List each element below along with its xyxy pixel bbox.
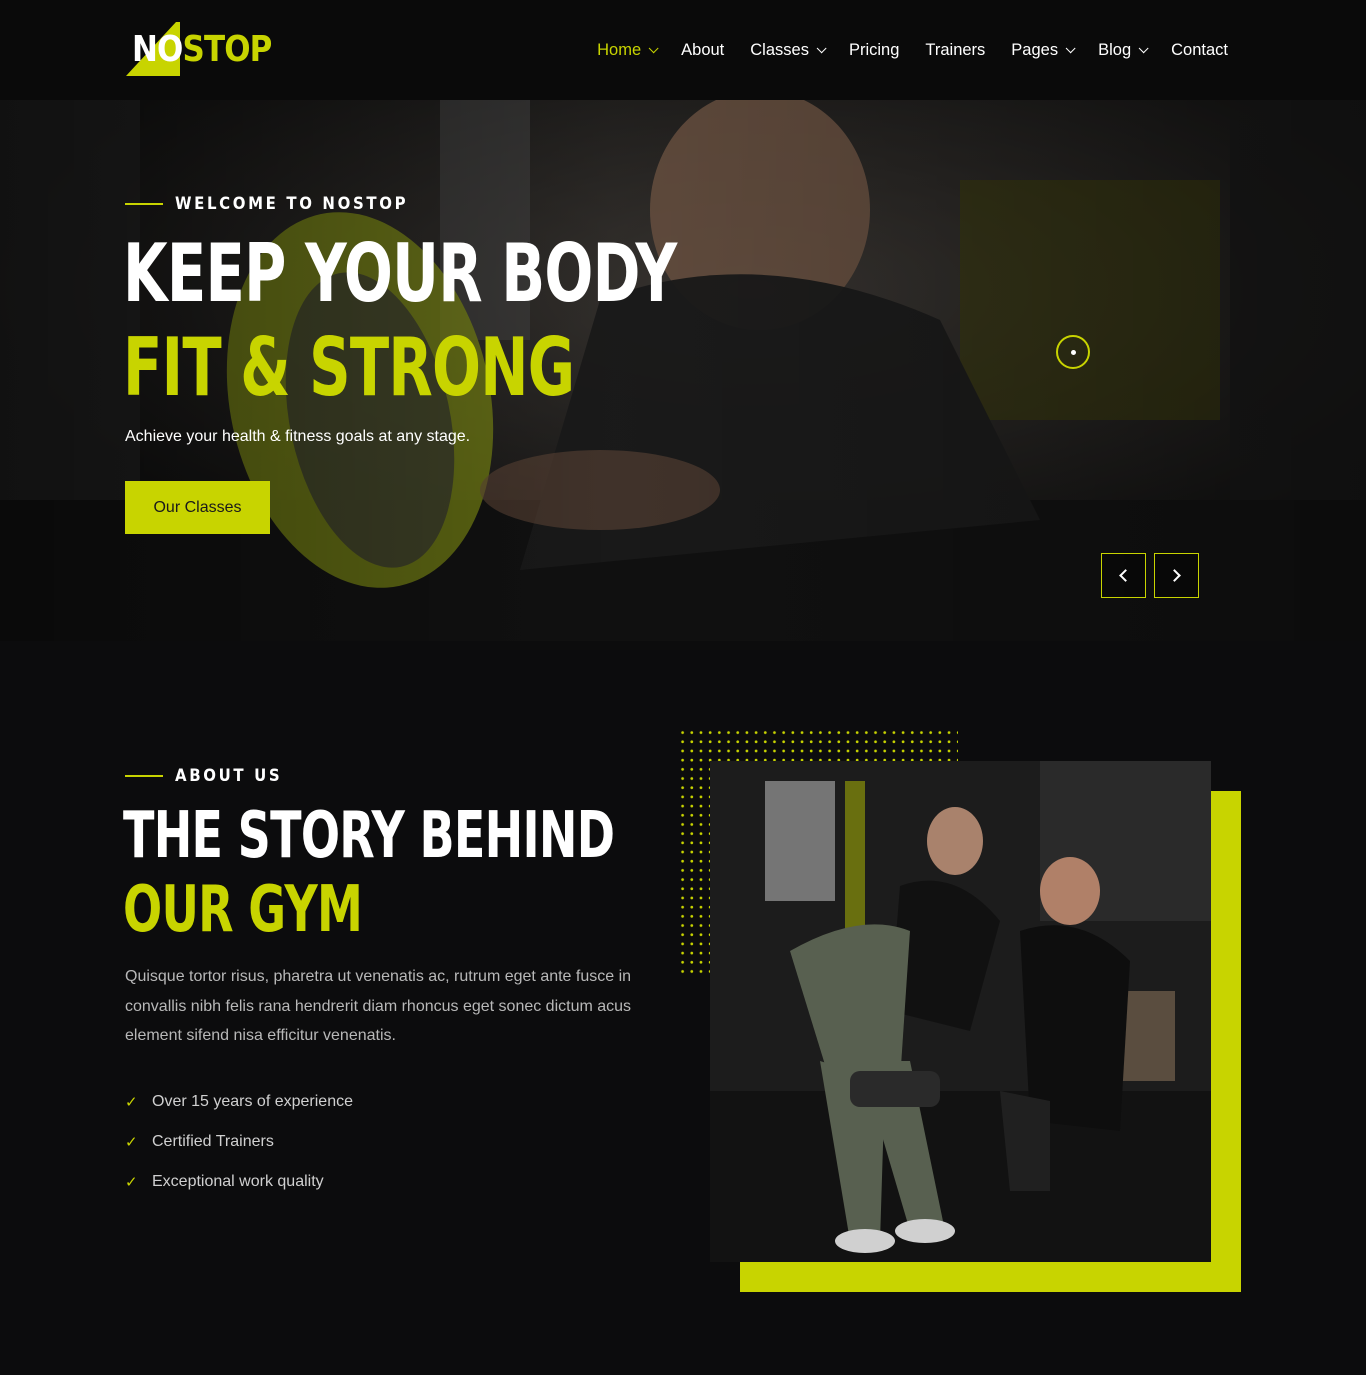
nav-item-pricing[interactable]: Pricing — [849, 38, 899, 62]
chevron-down-icon — [1065, 42, 1076, 53]
feature-text: Exceptional work quality — [152, 1173, 324, 1190]
eyebrow-line — [125, 203, 163, 205]
hero-title-line-1: KEEP YOUR BODY — [123, 227, 677, 320]
site-logo[interactable]: NOSTOP — [126, 22, 272, 78]
nav-item-trainers[interactable]: Trainers — [925, 38, 985, 62]
list-item: ✓ Exceptional work quality — [125, 1162, 353, 1202]
hero-title-line-2: FIT & STRONG — [123, 321, 575, 414]
slider-prev-button[interactable] — [1101, 553, 1146, 598]
site-header: NOSTOP Home About Classes Pricing Traine… — [0, 0, 1366, 100]
nav-label: Pages — [1011, 40, 1059, 59]
hero-subtitle: Achieve your health & fitness goals at a… — [125, 428, 471, 445]
nav-item-home[interactable]: Home — [597, 38, 659, 62]
about-title-line-1: THE STORY BEHIND — [123, 799, 615, 873]
slider-next-button[interactable] — [1154, 553, 1199, 598]
about-image — [710, 761, 1211, 1262]
hero-eyebrow-text: WELCOME TO NOSTOP — [175, 194, 409, 214]
nav-label: Contact — [1171, 40, 1228, 59]
logo-no: NO — [132, 29, 183, 70]
chevron-down-icon — [816, 42, 827, 53]
check-icon: ✓ — [125, 1174, 138, 1191]
chevron-down-icon — [648, 42, 659, 53]
nav-label: Pricing — [848, 40, 900, 59]
nav-item-pages[interactable]: Pages — [1011, 38, 1076, 62]
logo-stop: STOP — [182, 29, 273, 70]
eyebrow-line — [125, 775, 163, 777]
nav-item-about[interactable]: About — [681, 38, 724, 62]
hero-eyebrow: WELCOME TO NOSTOP — [125, 194, 440, 214]
nav-item-classes[interactable]: Classes — [750, 38, 827, 62]
logo-text: NOSTOP — [132, 28, 272, 72]
about-eyebrow: ABOUT US — [125, 766, 297, 786]
feature-text: Certified Trainers — [152, 1133, 274, 1150]
feature-text: Over 15 years of experience — [152, 1093, 353, 1110]
nav-label: Home — [597, 40, 642, 59]
main-nav: Home About Classes Pricing Trainers Page… — [597, 38, 1228, 62]
our-classes-button[interactable]: Our Classes — [125, 481, 270, 534]
nav-label: Blog — [1098, 40, 1132, 59]
chevron-down-icon — [1138, 42, 1149, 53]
feature-list: ✓ Over 15 years of experience ✓ Certified … — [125, 1082, 353, 1202]
chevron-left-icon — [1119, 569, 1132, 582]
nav-label: About — [681, 40, 725, 59]
nav-label: Trainers — [925, 40, 986, 59]
image-hotspot[interactable] — [1056, 335, 1090, 369]
nav-label: Classes — [750, 40, 809, 59]
hero-slider: WELCOME TO NOSTOP KEEP YOUR BODY FIT & S… — [0, 100, 1366, 641]
list-item: ✓ Certified Trainers — [125, 1122, 353, 1162]
check-icon: ✓ — [125, 1094, 138, 1111]
about-title-line-2: OUR GYM — [123, 873, 363, 947]
about-eyebrow-text: ABOUT US — [175, 766, 283, 786]
chevron-right-icon — [1168, 569, 1181, 582]
list-item: ✓ Over 15 years of experience — [125, 1082, 353, 1122]
about-description: Quisque tortor risus, pharetra ut venena… — [125, 968, 632, 1044]
check-icon: ✓ — [125, 1134, 138, 1151]
nav-item-contact[interactable]: Contact — [1171, 38, 1228, 62]
nav-item-blog[interactable]: Blog — [1098, 38, 1149, 62]
